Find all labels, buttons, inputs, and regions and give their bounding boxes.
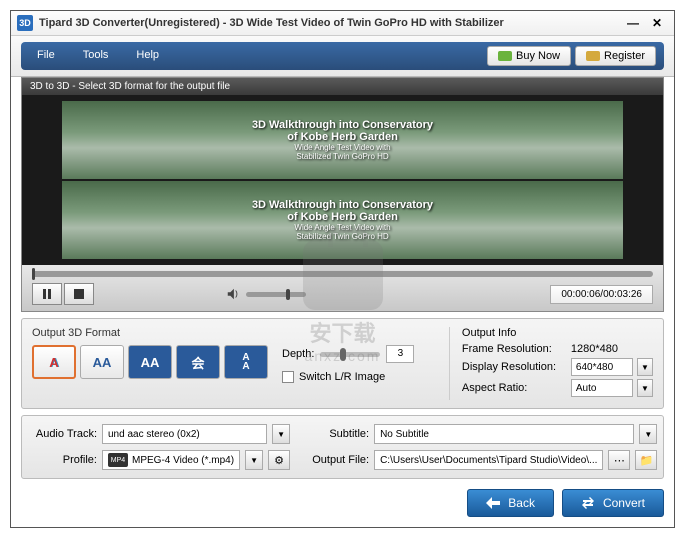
stop-icon <box>74 289 84 299</box>
pause-button[interactable] <box>32 283 62 305</box>
stop-button[interactable] <box>64 283 94 305</box>
back-arrow-icon <box>486 496 500 510</box>
overlay-text: of Kobe Herb Garden <box>287 211 398 223</box>
format-title: Output 3D Format <box>32 327 268 339</box>
seek-slider[interactable] <box>32 271 653 277</box>
close-button[interactable]: ✕ <box>646 15 668 31</box>
profile-select[interactable]: MP4 MPEG-4 Video (*.mp4) <box>102 450 240 470</box>
depth-value[interactable]: 3 <box>386 345 414 363</box>
audio-track-select[interactable]: und aac stereo (0x2) <box>102 424 267 444</box>
overlay-text: of Kobe Herb Garden <box>287 131 398 143</box>
key-icon <box>586 51 600 61</box>
buy-now-button[interactable]: Buy Now <box>487 46 571 66</box>
format-sbs-half-button[interactable]: AA <box>80 345 124 379</box>
dropdown-arrow-icon[interactable]: ▼ <box>637 379 653 397</box>
dropdown-arrow-icon[interactable]: ▼ <box>245 450 263 470</box>
volume-icon <box>226 287 240 301</box>
depth-label: Depth: <box>282 348 314 360</box>
dropdown-arrow-icon[interactable]: ▼ <box>637 358 653 376</box>
register-label: Register <box>604 50 645 62</box>
video-preview: 3D Walkthrough into Conservatory of Kobe… <box>22 95 663 265</box>
settings-panel: Audio Track: und aac stereo (0x2) ▼ Subt… <box>21 415 664 479</box>
buy-label: Buy Now <box>516 50 560 62</box>
output-file-label: Output File: <box>304 454 369 466</box>
display-res-select[interactable]: 640*480 <box>571 358 633 376</box>
volume-slider[interactable] <box>246 292 306 297</box>
titlebar: 3D Tipard 3D Converter(Unregistered) - 3… <box>11 11 674 36</box>
convert-button[interactable]: Convert <box>562 489 664 517</box>
output-info-title: Output Info <box>462 327 653 339</box>
register-button[interactable]: Register <box>575 46 656 66</box>
player-controls: 00:00:06/00:03:26 <box>22 265 663 311</box>
minimize-button[interactable]: — <box>622 15 644 31</box>
overlay-text: Stabilized Twin GoPro HD <box>296 152 388 161</box>
ellipsis-icon: ⋯ <box>614 454 625 467</box>
video-top-half: 3D Walkthrough into Conservatory of Kobe… <box>62 101 623 179</box>
menubar-area: File Tools Help Buy Now Register <box>11 36 674 77</box>
format-tb-half-button[interactable]: 会 <box>176 345 220 379</box>
subtitle-select[interactable]: No Subtitle <box>374 424 634 444</box>
subtitle-label: Subtitle: <box>304 428 369 440</box>
profile-label: Profile: <box>32 454 97 466</box>
convert-icon <box>581 496 595 510</box>
preview-panel: 3D to 3D - Select 3D format for the outp… <box>21 77 664 312</box>
menubar: File Tools Help Buy Now Register <box>21 42 664 70</box>
frame-res-value: 1280*480 <box>571 343 653 355</box>
output-file-input[interactable]: C:\Users\User\Documents\Tipard Studio\Vi… <box>374 450 603 470</box>
switch-lr-checkbox[interactable] <box>282 371 294 383</box>
menu-help[interactable]: Help <box>128 46 179 66</box>
money-icon <box>498 51 512 61</box>
overlay-text: Stabilized Twin GoPro HD <box>296 232 388 241</box>
aspect-ratio-label: Aspect Ratio: <box>462 382 567 394</box>
overlay-text: 3D Walkthrough into Conservatory <box>252 119 433 131</box>
depth-slider[interactable] <box>320 352 380 357</box>
content-area: 3D to 3D - Select 3D format for the outp… <box>11 77 674 527</box>
time-display: 00:00:06/00:03:26 <box>550 285 653 304</box>
profile-settings-button[interactable]: ⚙ <box>268 450 290 470</box>
anaglyph-icon: A <box>49 355 58 370</box>
format-anaglyph-button[interactable]: A <box>32 345 76 379</box>
format-tb-full-button[interactable]: AA <box>224 345 268 379</box>
folder-icon: 📁 <box>640 454 654 467</box>
audio-track-label: Audio Track: <box>32 428 97 440</box>
format-sbs-full-button[interactable]: AA <box>128 345 172 379</box>
switch-lr-label: Switch L/R Image <box>299 371 385 383</box>
app-icon: 3D <box>17 15 33 31</box>
format-panel: Output 3D Format A AA AA 会 AA Depth: 3 <box>21 318 664 409</box>
browse-button[interactable]: ⋯ <box>608 450 630 470</box>
gear-icon: ⚙ <box>274 454 284 467</box>
dropdown-arrow-icon[interactable]: ▼ <box>639 424 657 444</box>
display-res-label: Display Resolution: <box>462 361 567 373</box>
pause-icon <box>42 289 52 299</box>
footer-buttons: Back Convert <box>21 489 664 517</box>
overlay-text: Wide Angle Test Video with <box>294 223 390 232</box>
overlay-text: Wide Angle Test Video with <box>294 143 390 152</box>
frame-res-label: Frame Resolution: <box>462 343 567 355</box>
preview-header: 3D to 3D - Select 3D format for the outp… <box>22 78 663 95</box>
open-folder-button[interactable]: 📁 <box>635 450 657 470</box>
window-title: Tipard 3D Converter(Unregistered) - 3D W… <box>39 17 620 29</box>
mp4-icon: MP4 <box>108 453 128 467</box>
menu-tools[interactable]: Tools <box>75 46 129 66</box>
video-bottom-half: 3D Walkthrough into Conservatory of Kobe… <box>62 181 623 259</box>
aspect-ratio-select[interactable]: Auto <box>571 379 633 397</box>
main-window: 3D Tipard 3D Converter(Unregistered) - 3… <box>10 10 675 528</box>
back-button[interactable]: Back <box>467 489 554 517</box>
overlay-text: 3D Walkthrough into Conservatory <box>252 199 433 211</box>
dropdown-arrow-icon[interactable]: ▼ <box>272 424 290 444</box>
menu-file[interactable]: File <box>29 46 75 66</box>
